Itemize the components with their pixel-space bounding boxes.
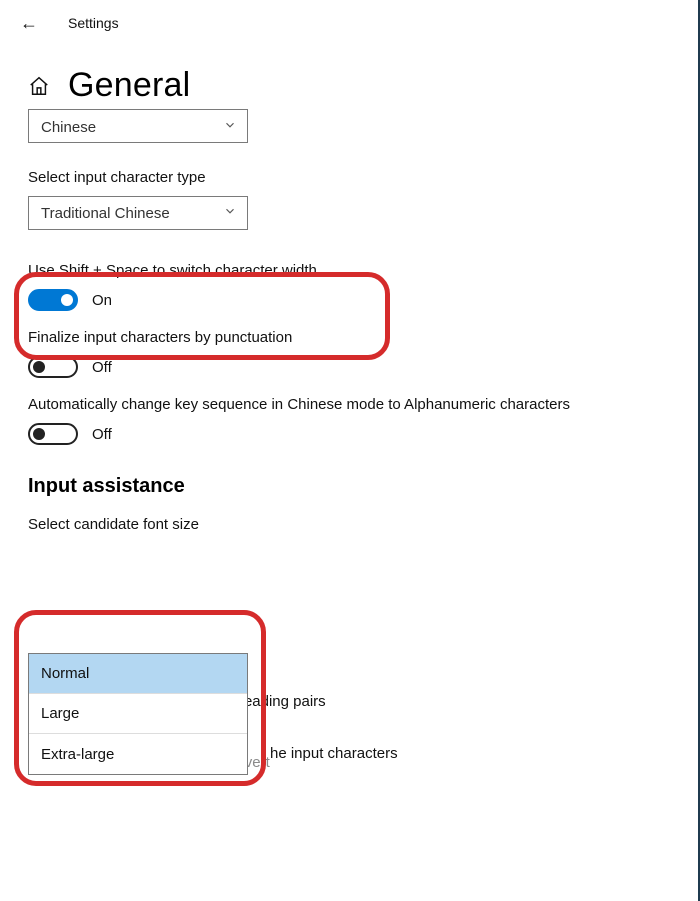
font-size-label: Select candidate font size xyxy=(28,516,672,533)
page-header: General xyxy=(28,66,672,105)
shift-space-label: Use Shift + Space to switch character wi… xyxy=(28,262,672,279)
conversion-mode-value: Chinese xyxy=(41,119,96,136)
shift-space-setting: Use Shift + Space to switch character wi… xyxy=(28,262,672,311)
character-type-label: Select input character type xyxy=(28,169,672,186)
auto-alpha-state: Off xyxy=(92,426,112,443)
finalize-setting: Finalize input characters by punctuation… xyxy=(28,329,672,378)
chevron-down-icon xyxy=(223,118,237,136)
window-title: Settings xyxy=(68,15,119,31)
home-icon[interactable] xyxy=(28,75,50,97)
shift-space-state: On xyxy=(92,292,112,309)
auto-alpha-label: Automatically change key sequence in Chi… xyxy=(28,396,588,413)
character-type-value: Traditional Chinese xyxy=(41,205,170,222)
finalize-label: Finalize input characters by punctuation xyxy=(28,329,672,346)
input-assistance-heading: Input assistance xyxy=(28,475,672,498)
page-title: General xyxy=(68,66,190,105)
font-size-option-large[interactable]: Large xyxy=(29,694,247,734)
title-bar: ← Settings xyxy=(0,0,700,46)
chevron-down-icon xyxy=(223,204,237,222)
obscured-text-fragment: he input characters xyxy=(270,745,398,762)
auto-alpha-setting: Automatically change key sequence in Chi… xyxy=(28,396,672,445)
font-size-option-normal[interactable]: Normal xyxy=(29,654,247,694)
character-type-combo[interactable]: Traditional Chinese xyxy=(28,196,248,230)
font-size-option-extra-large[interactable]: Extra-large xyxy=(29,734,247,774)
finalize-toggle[interactable] xyxy=(28,356,78,378)
conversion-mode-combo[interactable]: Chinese xyxy=(28,109,248,143)
font-size-dropdown-list: Normal Large Extra-large xyxy=(28,653,248,775)
back-arrow-icon[interactable]: ← xyxy=(20,14,38,32)
shift-space-toggle[interactable] xyxy=(28,289,78,311)
auto-alpha-toggle[interactable] xyxy=(28,423,78,445)
finalize-state: Off xyxy=(92,359,112,376)
